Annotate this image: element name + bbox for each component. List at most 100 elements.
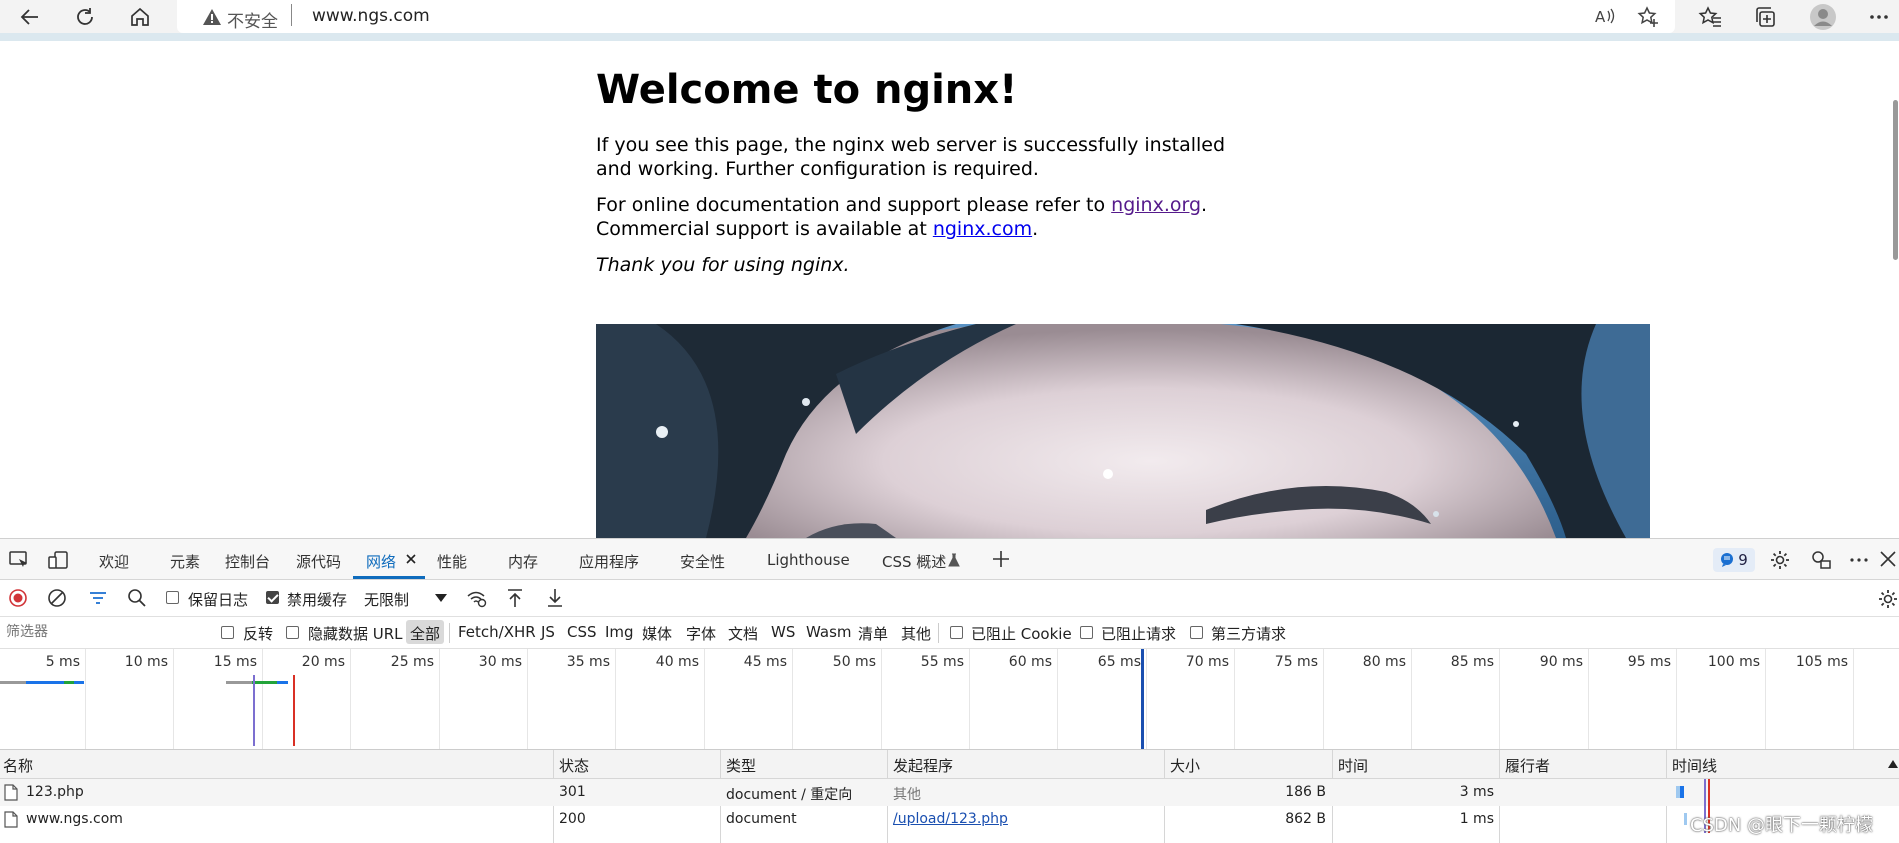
import-har-icon[interactable] xyxy=(506,588,524,608)
type-wasm[interactable]: Wasm xyxy=(806,623,852,641)
tab-memory[interactable]: 内存 xyxy=(508,551,538,572)
issues-count: 9 xyxy=(1738,551,1748,569)
close-devtools-icon[interactable] xyxy=(1879,549,1897,569)
column-name[interactable]: 名称 xyxy=(3,755,33,776)
search-icon[interactable] xyxy=(127,588,147,608)
page-scrollbar[interactable] xyxy=(1893,100,1898,260)
disable-cache-checkbox[interactable] xyxy=(266,591,279,604)
type-css[interactable]: CSS xyxy=(567,623,597,641)
type-all[interactable]: 全部 xyxy=(410,623,440,644)
type-manifest[interactable]: 清单 xyxy=(858,623,888,644)
security-label[interactable]: 不安全 xyxy=(227,7,278,32)
add-favorite-icon[interactable] xyxy=(1635,4,1661,30)
column-fulfilled-by[interactable]: 履行者 xyxy=(1505,755,1550,776)
tab-console[interactable]: 控制台 xyxy=(225,551,270,572)
more-menu-icon[interactable] xyxy=(1866,4,1892,30)
url-text[interactable]: www.ngs.com xyxy=(312,6,430,26)
tab-welcome[interactable]: 欢迎 xyxy=(99,551,129,572)
column-size[interactable]: 大小 xyxy=(1170,755,1200,776)
column-initiator[interactable]: 发起程序 xyxy=(893,755,953,776)
initiator-link[interactable]: /upload/123.php xyxy=(893,811,1008,827)
tab-lighthouse[interactable]: Lighthouse xyxy=(767,551,850,569)
tab-performance[interactable]: 性能 xyxy=(437,551,467,572)
type-media[interactable]: 媒体 xyxy=(642,623,672,644)
inspect-element-icon[interactable] xyxy=(8,549,30,571)
request-initiator: 其他 xyxy=(893,787,921,803)
request-name[interactable]: 123.php xyxy=(26,784,84,800)
type-img[interactable]: Img xyxy=(605,623,634,641)
docs-period: . xyxy=(1201,194,1208,216)
more-options-icon[interactable] xyxy=(1848,549,1870,571)
address-bar[interactable]: 不安全 www.ngs.com A xyxy=(177,0,1675,33)
sort-arrow-icon[interactable] xyxy=(1888,760,1898,768)
tab-sources[interactable]: 源代码 xyxy=(296,551,341,572)
preserve-log-checkbox[interactable] xyxy=(166,591,179,604)
customize-icon[interactable] xyxy=(1810,549,1832,571)
network-settings-icon[interactable] xyxy=(1877,588,1899,610)
intro-paragraph: If you see this page, the nginx web serv… xyxy=(596,134,1226,180)
type-font[interactable]: 字体 xyxy=(686,623,716,644)
warning-icon[interactable] xyxy=(199,4,225,30)
request-status: 301 xyxy=(559,784,586,800)
request-status: 200 xyxy=(559,811,586,827)
table-row[interactable]: www.ngs.com 200 document /upload/123.php… xyxy=(0,806,1899,833)
filter-input[interactable] xyxy=(0,617,210,647)
record-stop-icon[interactable] xyxy=(8,588,28,608)
add-tab-icon[interactable] xyxy=(991,549,1011,569)
back-arrow-icon[interactable] xyxy=(17,4,43,30)
request-name[interactable]: www.ngs.com xyxy=(26,811,123,827)
chevron-down-icon[interactable] xyxy=(435,594,447,602)
hide-data-url-checkbox[interactable] xyxy=(286,626,299,639)
address-separator xyxy=(291,4,292,26)
refresh-icon[interactable] xyxy=(72,4,98,30)
column-time[interactable]: 时间 xyxy=(1338,755,1368,776)
tab-elements[interactable]: 元素 xyxy=(170,551,200,572)
export-har-icon[interactable] xyxy=(546,588,564,608)
type-other[interactable]: 其他 xyxy=(901,623,931,644)
nginx-org-link[interactable]: nginx.org xyxy=(1111,194,1201,216)
blocked-requests-checkbox[interactable] xyxy=(1080,626,1093,639)
request-initiator: /upload/123.php xyxy=(893,811,1008,827)
column-type[interactable]: 类型 xyxy=(726,755,756,776)
table-row[interactable]: 123.php 301 document / 重定向 其他 186 B 3 ms xyxy=(0,779,1899,806)
devtools-tab-bar: 欢迎 元素 控制台 源代码 网络 性能 内存 应用程序 安全性 Lighthou… xyxy=(0,539,1899,580)
type-ws[interactable]: WS xyxy=(771,623,795,641)
chat-bubble-icon xyxy=(1721,553,1734,567)
web-page: Welcome to nginx! If you see this page, … xyxy=(0,41,1899,538)
type-fetch-xhr[interactable]: Fetch/XHR xyxy=(458,623,536,641)
invert-checkbox[interactable] xyxy=(221,626,234,639)
network-toolbar: 保留日志 禁用缓存 无限制 xyxy=(0,580,1899,617)
tab-application[interactable]: 应用程序 xyxy=(579,551,639,572)
blocked-cookies-label: 已阻止 Cookie xyxy=(971,625,1072,643)
request-size: 862 B xyxy=(1285,811,1326,827)
column-waterfall[interactable]: 时间线 xyxy=(1672,755,1717,776)
tab-css-overview[interactable]: CSS 概述 xyxy=(882,551,946,572)
network-conditions-icon[interactable] xyxy=(466,588,488,608)
profile-avatar-icon[interactable] xyxy=(1808,2,1838,32)
device-emulation-icon[interactable] xyxy=(47,549,69,571)
home-icon[interactable] xyxy=(127,4,153,30)
blocked-requests-label: 已阻止请求 xyxy=(1101,625,1177,643)
read-aloud-icon[interactable]: A xyxy=(1592,4,1618,30)
column-status[interactable]: 状态 xyxy=(559,755,589,776)
tab-network[interactable]: 网络 xyxy=(366,551,396,572)
third-party-checkbox[interactable] xyxy=(1190,626,1203,639)
network-overview[interactable]: 5 ms 10 ms 15 ms 20 ms 25 ms 30 ms 35 ms 40 ms 4… xyxy=(0,649,1899,750)
type-doc[interactable]: 文档 xyxy=(728,623,758,644)
tab-security[interactable]: 安全性 xyxy=(680,551,725,572)
throttle-select[interactable]: 无限制 xyxy=(364,589,409,610)
devtools-panel: 欢迎 元素 控制台 源代码 网络 性能 内存 应用程序 安全性 Lighthou… xyxy=(0,538,1899,843)
clear-icon[interactable] xyxy=(47,588,67,608)
settings-gear-icon[interactable] xyxy=(1769,549,1791,571)
filter-separator xyxy=(449,623,450,643)
favorites-icon[interactable] xyxy=(1697,4,1723,30)
type-js[interactable]: JS xyxy=(541,623,555,641)
table-header: 名称 状态 类型 发起程序 大小 时间 履行者 时间线 xyxy=(0,750,1899,779)
close-tab-icon[interactable] xyxy=(404,552,418,566)
issues-badge[interactable]: 9 xyxy=(1713,548,1755,572)
blocked-cookies-checkbox[interactable] xyxy=(950,626,963,639)
preserve-log-label: 保留日志 xyxy=(188,591,249,609)
collections-icon[interactable] xyxy=(1752,4,1778,30)
nginx-com-link[interactable]: nginx.com xyxy=(933,218,1032,240)
filter-icon[interactable] xyxy=(88,588,108,608)
